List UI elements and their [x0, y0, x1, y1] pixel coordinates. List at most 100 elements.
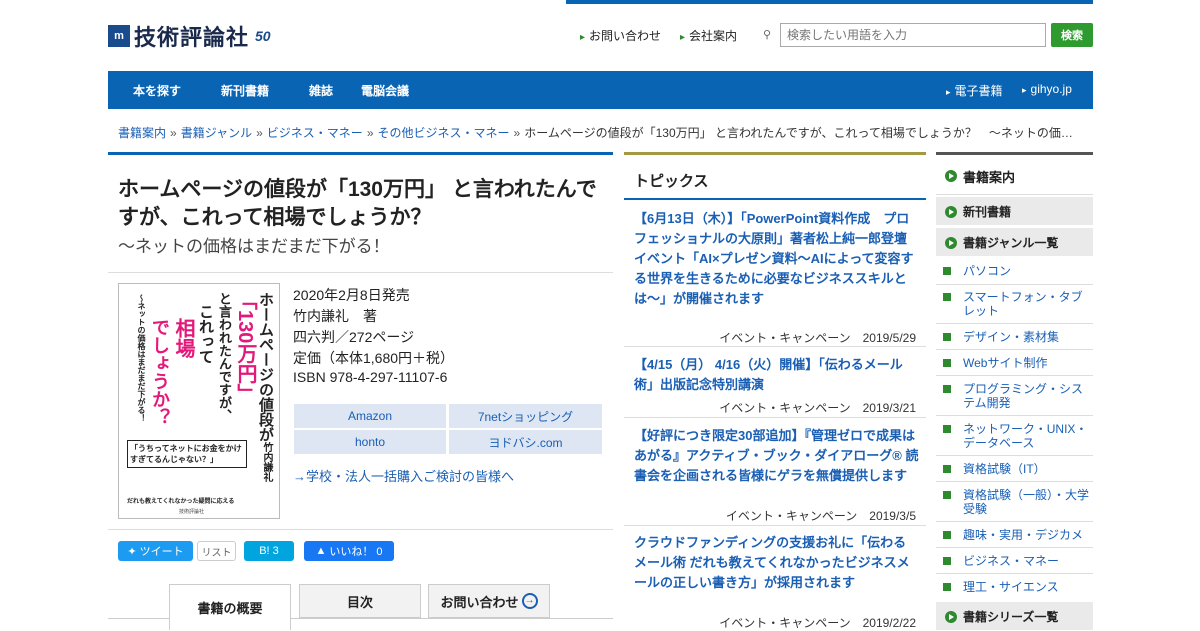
breadcrumb-link[interactable]: その他ビジネス・マネー	[378, 126, 510, 140]
topic-date: 2019/5/29	[862, 331, 916, 345]
sidebar-genre-item[interactable]: スマートフォン・タブレット	[943, 290, 1091, 318]
search-input[interactable]	[780, 23, 1046, 47]
cover-author: 竹内謙礼	[261, 442, 272, 482]
tab-toc[interactable]: 目次	[299, 584, 421, 618]
shop-honto-button[interactable]: honto	[294, 430, 446, 454]
cover-text: 「130万円」	[234, 290, 256, 404]
topic-link[interactable]: 【6月13日（木）】「PowerPoint資料作成 プロフェッショナルの大原則」…	[634, 209, 919, 309]
breadcrumb-separator: »	[513, 126, 521, 140]
sidebar-genre-item[interactable]: 資格試験（一般）・大学受験	[943, 488, 1091, 516]
arrow-circle-icon: →	[521, 593, 538, 609]
cover-text: これって	[197, 304, 214, 364]
tab-overview[interactable]: 書籍の概要	[169, 584, 291, 630]
sidebar-divider	[936, 547, 1093, 548]
sidebar-genre-item[interactable]: Webサイト制作	[943, 356, 1091, 370]
sidebar-genre-item[interactable]: 資格試験（IT）	[943, 462, 1091, 476]
topic-meta: イベント・キャンペーン 2019/2/22	[634, 614, 916, 631]
search-button[interactable]: 検索	[1051, 23, 1093, 47]
nav-magazines[interactable]: 雑誌	[309, 82, 333, 99]
cover-blurb: だれも教えてくれなかった疑問に応える	[127, 499, 235, 505]
nav-new-books[interactable]: 新刊書籍	[221, 82, 269, 99]
book-price: 定価（本体1,680円＋税）	[293, 350, 455, 366]
cover-text: ～ネットの価格はまだまだ下がる！	[137, 294, 146, 422]
sidebar-divider	[936, 521, 1093, 522]
sidebar-genre-item[interactable]: パソコン	[943, 264, 1091, 278]
nav-ebooks[interactable]: 電子書籍	[946, 82, 1003, 99]
company-link[interactable]: 会社案内	[680, 27, 737, 44]
sidebar-divider	[936, 349, 1093, 350]
sidebar-top-border	[936, 152, 1093, 155]
shop-yodobashi-button[interactable]: ヨドバシ.com	[449, 430, 602, 454]
breadcrumb-current: ホームページの値段が「130万円」 と言われたんですが、これって相場でしょうか？…	[524, 126, 1073, 140]
topic-divider	[624, 417, 926, 418]
list-button[interactable]: リスト	[197, 541, 236, 561]
shop-7net-button[interactable]: 7netショッピング	[449, 404, 602, 428]
breadcrumb-link[interactable]: 書籍ジャンル	[181, 126, 252, 140]
topic-category: イベント・キャンペーン	[719, 616, 851, 630]
topic-divider	[624, 198, 926, 200]
sidebar-genre-item[interactable]: 理工・サイエンス	[943, 580, 1091, 594]
sidebar-genre-item[interactable]: 趣味・実用・デジカメ	[943, 528, 1091, 542]
sidebar-divider	[936, 375, 1093, 376]
sidebar-divider	[936, 455, 1093, 456]
hatena-bookmark-button[interactable]: B! 3	[244, 541, 294, 561]
cover-text: 相場	[172, 318, 194, 358]
top-accent-bar	[566, 0, 1093, 4]
topics-top-border	[624, 152, 926, 155]
nav-find-books[interactable]: 本を探す	[133, 82, 181, 99]
topic-link[interactable]: クラウドファンディングの支援お礼に「伝わるメール術 だれも教えてくれなかったビジ…	[634, 533, 919, 593]
breadcrumb-link[interactable]: ビジネス・マネー	[267, 126, 363, 140]
logo-mark: m	[108, 25, 130, 47]
sidebar-divider	[936, 323, 1093, 324]
topic-meta: イベント・キャンペーン 2019/3/5	[634, 507, 916, 524]
tab-contact-label: お問い合わせ	[440, 594, 519, 610]
breadcrumb-link[interactable]: 書籍案内	[118, 126, 166, 140]
sidebar-genre-item[interactable]: プログラミング・システム開発	[943, 382, 1091, 410]
tweet-button[interactable]: ✦ ツイート	[118, 541, 193, 561]
cover-text: でしょうか？	[150, 318, 170, 426]
topic-divider	[624, 346, 926, 347]
topic-date: 2019/2/22	[862, 616, 916, 630]
sidebar-genre-heading: 書籍ジャンル一覧	[936, 234, 1093, 251]
topic-category: イベント・キャンペーン	[719, 401, 851, 415]
cover-text: ホームページの値段が	[257, 292, 274, 442]
breadcrumb-separator: »	[170, 126, 177, 140]
nav-denno-kaigi[interactable]: 電脳会議	[361, 82, 409, 99]
author: 竹内謙礼 著	[293, 308, 377, 324]
sidebar-divider	[936, 481, 1093, 482]
divider	[108, 272, 613, 273]
nav-gihyo[interactable]: gihyo.jp	[1022, 82, 1072, 96]
sidebar-genre-item[interactable]: ビジネス・マネー	[943, 554, 1091, 568]
search-icon: ⚲	[763, 29, 772, 41]
topic-link[interactable]: 【好評につき限定30部追加】『管理ゼロで成果はあがる』アクティブ・ブック・ダイア…	[634, 426, 919, 486]
sidebar-new-books[interactable]: 新刊書籍	[936, 203, 1093, 220]
breadcrumb-separator: »	[256, 126, 263, 140]
book-cover[interactable]: ホームページの値段が 「130万円」 と言われたんですが、 これって 相場 でし…	[118, 283, 280, 519]
topics-heading: トピックス	[634, 173, 709, 190]
topic-category: イベント・キャンペーン	[719, 331, 851, 345]
topic-link[interactable]: 【4/15（月） 4/16（火）開催】「伝わるメール術」出版記念特別講演	[634, 355, 919, 395]
bulk-purchase-link[interactable]: →学校・法人一括購入ご検討の皆様へ	[293, 466, 514, 485]
sidebar-divider	[936, 194, 1093, 195]
sidebar-heading: 書籍案内	[936, 167, 1093, 186]
facebook-like-button[interactable]: ▲ いいね！ 0	[304, 541, 394, 561]
page-subtitle: ～ネットの価格はまだまだ下がる！	[118, 237, 390, 256]
book-isbn: ISBN 978-4-297-11107-6	[293, 369, 448, 385]
shop-amazon-button[interactable]: Amazon	[294, 404, 446, 428]
contact-link[interactable]: お問い合わせ	[580, 27, 661, 44]
topic-category: イベント・キャンペーン	[725, 509, 858, 523]
topic-date: 2019/3/5	[869, 509, 916, 523]
main-top-border	[108, 152, 613, 155]
sidebar-genre-item[interactable]: デザイン・素材集	[943, 330, 1091, 344]
site-logo[interactable]: m 技術評論社 50	[108, 22, 271, 50]
topic-date: 2019/3/21	[862, 401, 916, 415]
like-label: いいね！ 0	[329, 546, 383, 558]
thumbs-up-icon: ▲	[315, 545, 327, 557]
sidebar-series-heading: 書籍シリーズ一覧	[936, 608, 1093, 625]
release-date: 2020年2月8日発売	[293, 287, 410, 303]
sidebar-divider	[936, 573, 1093, 574]
tweet-label: ツイート	[139, 546, 184, 558]
anniversary-badge: 50	[255, 28, 271, 44]
sidebar-genre-item[interactable]: ネットワーク・UNIX・データベース	[943, 422, 1091, 450]
tab-contact[interactable]: お問い合わせ →	[428, 584, 550, 618]
